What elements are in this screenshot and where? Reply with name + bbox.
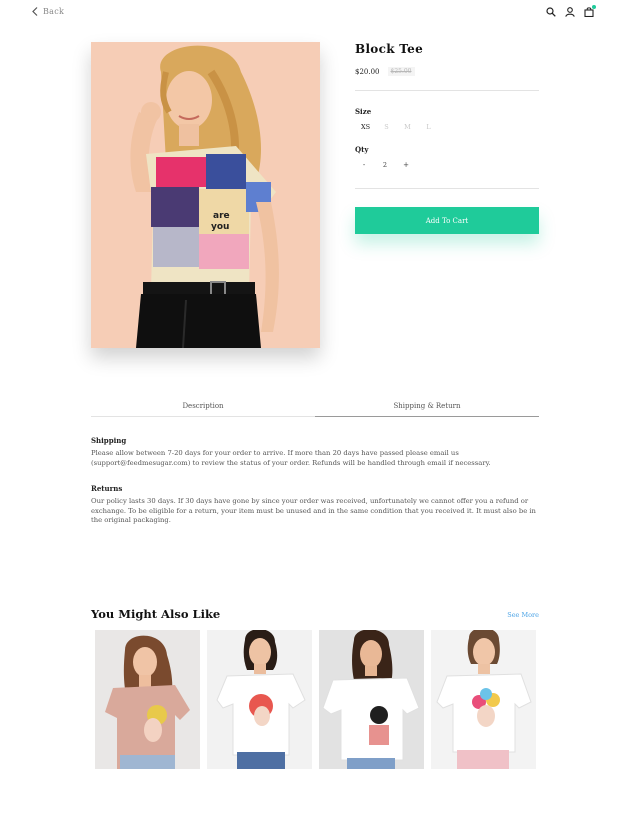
cart-icon[interactable]	[584, 5, 596, 17]
back-button[interactable]: Back	[32, 7, 64, 16]
svg-text:are: are	[213, 211, 230, 221]
quantity-stepper: - 2 +	[355, 161, 539, 169]
product-old-price: $25.00	[387, 67, 415, 76]
qty-increase-button[interactable]: +	[397, 161, 415, 169]
svg-text:you: you	[211, 222, 229, 232]
product-price: $20.00	[355, 67, 380, 76]
tab-shipping-return[interactable]: Shipping & Return	[315, 402, 539, 417]
product-info: Block Tee $20.00 $25.00 Size XS S M L Qt…	[355, 42, 539, 234]
header-actions	[546, 5, 596, 17]
qty-label: Qty	[355, 145, 369, 154]
related-title: You Might Also Like	[91, 607, 221, 621]
price-row: $20.00 $25.00	[355, 67, 539, 76]
shipping-text: Please allow between 7-20 days for your …	[91, 449, 491, 467]
info-tabs: Description Shipping & Return	[91, 402, 539, 417]
search-icon[interactable]	[546, 7, 556, 17]
size-option-s[interactable]: S	[376, 123, 397, 131]
product-title: Block Tee	[355, 42, 424, 56]
qty-decrease-button[interactable]: -	[355, 161, 373, 169]
shipping-heading: Shipping	[91, 436, 127, 445]
returns-section: Returns Our policy lasts 30 days. If 30 …	[91, 484, 539, 526]
size-option-xs[interactable]: XS	[355, 123, 376, 131]
size-option-l[interactable]: L	[418, 123, 439, 131]
divider	[355, 90, 539, 91]
add-to-cart-button[interactable]: Add To Cart	[355, 207, 539, 234]
related-product-card[interactable]	[95, 630, 200, 769]
returns-heading: Returns	[91, 484, 123, 493]
back-label: Back	[43, 7, 65, 16]
tab-description[interactable]: Description	[91, 402, 315, 417]
see-more-link[interactable]: See More	[507, 611, 539, 619]
product-image: are you	[91, 42, 320, 348]
qty-value[interactable]: 2	[373, 161, 397, 169]
returns-text: Our policy lasts 30 days. If 30 days hav…	[91, 497, 536, 524]
user-icon[interactable]	[565, 7, 575, 17]
related-product-card[interactable]	[207, 630, 312, 769]
chevron-left-icon	[32, 7, 38, 16]
related-product-card[interactable]	[431, 630, 536, 769]
size-option-m[interactable]: M	[397, 123, 418, 131]
shipping-section: Shipping Please allow between 7-20 days …	[91, 436, 539, 468]
related-product-card[interactable]	[319, 630, 424, 769]
related-products	[95, 630, 536, 769]
size-label: Size	[355, 107, 372, 116]
cart-badge	[592, 5, 596, 9]
size-selector: XS S M L	[355, 123, 539, 131]
divider	[355, 188, 539, 189]
